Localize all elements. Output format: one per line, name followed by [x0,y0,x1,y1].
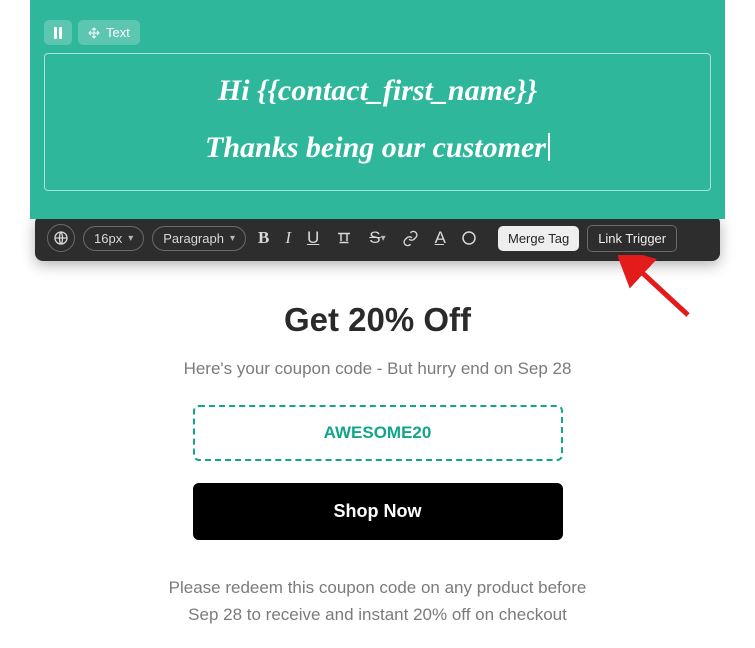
link-button[interactable] [398,226,423,251]
email-body: Get 20% Off Here's your coupon code - Bu… [30,261,725,648]
promo-note: Please redeem this coupon code on any pr… [120,574,635,628]
link-icon [402,230,419,247]
paragraph-format-select[interactable]: Paragraph ▾ [152,226,246,251]
column-handle[interactable] [44,20,72,45]
header-text-block[interactable]: Text Hi {{contact_first_name}} Thanks be… [30,0,725,219]
coupon-code-box[interactable]: AWESOME20 [193,405,563,461]
globe-button[interactable] [47,224,75,252]
promo-title: Get 20% Off [120,301,635,339]
clear-format-button[interactable] [331,225,357,251]
font-size-select[interactable]: 16px ▾ [83,226,144,251]
chevron-down-icon: ▾ [381,233,386,244]
heading-text[interactable]: Hi {{contact_first_name}} Thanks being o… [205,62,550,176]
clear-format-icon [335,229,353,247]
chevron-down-icon: ▾ [128,233,133,244]
font-size-value: 16px [94,231,122,246]
shop-now-button[interactable]: Shop Now [193,483,563,540]
bold-button[interactable]: B [254,224,273,252]
formatting-toolbar: 16px ▾ Paragraph ▾ B I U S ▾ A Merge Tag [35,215,720,261]
merge-tag-button[interactable]: Merge Tag [498,226,579,251]
strikethrough-button[interactable]: S ▾ [365,224,389,252]
background-color-button[interactable] [456,225,482,251]
move-icon [88,27,100,39]
columns-icon [54,27,62,39]
link-trigger-button[interactable]: Link Trigger [587,225,677,252]
block-type-label: Text [106,25,130,40]
text-caret [548,133,550,161]
format-value: Paragraph [163,231,224,246]
italic-button[interactable]: I [281,224,295,252]
text-color-button[interactable]: A [431,224,448,252]
promo-subtitle: Here's your coupon code - But hurry end … [120,359,635,379]
circle-icon [460,229,478,247]
chevron-down-icon: ▾ [230,233,235,244]
text-editing-frame[interactable]: Hi {{contact_first_name}} Thanks being o… [44,53,711,191]
block-label-row: Text [44,20,711,45]
text-block-label[interactable]: Text [78,20,140,45]
globe-icon [53,230,69,246]
underline-button[interactable]: U [303,224,323,252]
